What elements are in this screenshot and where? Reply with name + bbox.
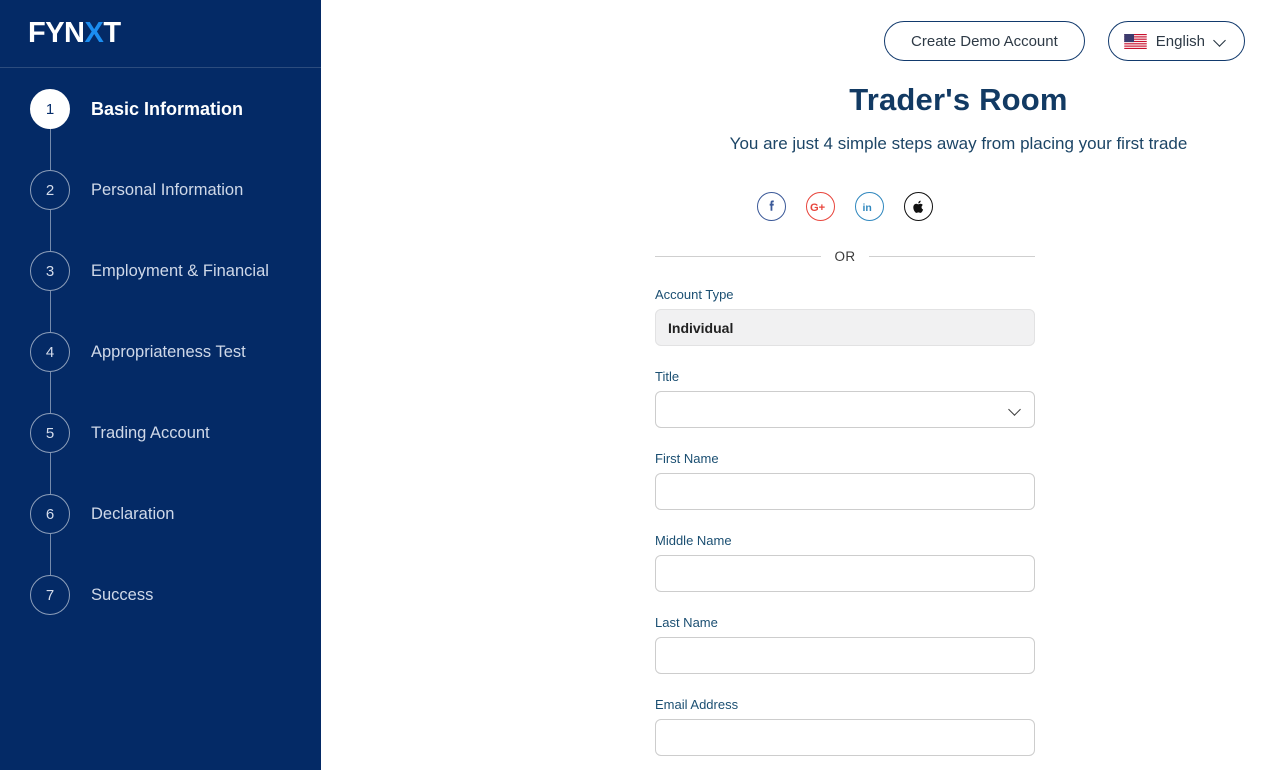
step-connector-line <box>50 210 51 251</box>
step-label: Personal Information <box>91 181 244 199</box>
step-navigation: 1 Basic Information 2 Personal Information 3… <box>0 68 321 656</box>
form-fields: Account Type Title First Name Middle Name La… <box>655 287 1035 770</box>
logo-accent-x: X <box>84 17 104 49</box>
sidebar-step-5[interactable]: 5 Trading Account <box>0 413 321 494</box>
divider-line-right <box>868 256 1035 257</box>
step-label: Declaration <box>91 505 175 523</box>
field-title: Title <box>655 369 1035 428</box>
language-label: English <box>1155 32 1205 50</box>
step-label: Basic Information <box>91 99 244 119</box>
signup-page: FYNXT 1 Basic Information 2 Personal Inform… <box>0 0 1275 770</box>
sidebar-step-1[interactable]: 1 Basic Information <box>0 89 321 170</box>
logo-text: FYNXT <box>28 19 121 48</box>
step-label: Trading Account <box>91 424 210 442</box>
step-connector-line <box>50 372 51 413</box>
google-plus-login-button[interactable]: G+ <box>806 192 835 221</box>
step-number-badge: 2 <box>30 170 70 210</box>
step-number-badge: 5 <box>30 413 70 453</box>
label-middle-name: Middle Name <box>655 533 732 548</box>
page-subtitle: You are just 4 simple steps away from pl… <box>729 134 1188 153</box>
main-content: Create Demo Account English Trader's Roo… <box>321 0 1275 770</box>
step-number-badge: 3 <box>30 251 70 291</box>
sidebar-step-6[interactable]: 6 Declaration <box>0 494 321 575</box>
top-bar: Create Demo Account English <box>884 21 1245 61</box>
field-email-address: Email Address <box>655 697 1035 756</box>
input-last-name[interactable] <box>655 637 1035 674</box>
brand-logo[interactable]: FYNXT <box>0 0 321 68</box>
step-number-badge: 4 <box>30 332 70 372</box>
signup-form-column: G+ in OR Account Type Individual Title F… <box>655 192 1035 770</box>
step-number-badge: 6 <box>30 494 70 534</box>
page-title: Trader's Room <box>849 82 1068 117</box>
sidebar-step-4[interactable]: 4 Appropriateness Test <box>0 332 321 413</box>
field-last-name: Last Name <box>655 615 1035 674</box>
field-account-type: Account Type <box>655 287 1035 346</box>
apple-login-button[interactable] <box>904 192 933 221</box>
divider-label: OR <box>834 249 856 264</box>
label-title: Title <box>655 369 680 384</box>
logo-text-part-1: FYN <box>28 17 85 49</box>
google-plus-icon: G+ <box>810 201 826 213</box>
select-wrapper-title <box>655 391 1035 428</box>
input-email-address[interactable] <box>655 719 1035 756</box>
sidebar-step-2[interactable]: 2 Personal Information <box>0 170 321 251</box>
facebook-icon <box>769 200 774 211</box>
social-login-row: G+ in <box>655 192 1035 221</box>
step-number-badge: 1 <box>30 89 70 129</box>
divider-line-left <box>655 256 822 257</box>
apple-icon <box>912 200 923 213</box>
input-middle-name[interactable] <box>655 555 1035 592</box>
svg-text:G+: G+ <box>810 201 826 213</box>
create-demo-account-button[interactable]: Create Demo Account <box>884 21 1085 61</box>
or-divider: OR <box>655 249 1035 264</box>
sidebar: FYNXT 1 Basic Information 2 Personal Inform… <box>0 0 321 770</box>
step-number-badge: 7 <box>30 575 70 615</box>
field-middle-name: Middle Name <box>655 533 1035 592</box>
step-label: Employment & Financial <box>91 262 269 280</box>
language-selector[interactable]: English <box>1107 21 1245 61</box>
field-first-name: First Name <box>655 451 1035 510</box>
sidebar-step-3[interactable]: 3 Employment & Financial <box>0 251 321 332</box>
step-label: Success <box>91 586 154 604</box>
step-connector-line <box>50 129 51 170</box>
label-email-address: Email Address <box>655 697 739 712</box>
step-connector-line <box>50 534 51 575</box>
linkedin-login-button[interactable]: in <box>855 192 884 221</box>
step-label: Appropriateness Test <box>91 343 246 361</box>
input-first-name[interactable] <box>655 473 1035 510</box>
step-connector-line <box>50 291 51 332</box>
label-last-name: Last Name <box>655 615 718 630</box>
logo-text-part-2: T <box>103 17 121 49</box>
input-account-type <box>655 309 1035 346</box>
chevron-down-icon <box>1214 35 1227 48</box>
label-first-name: First Name <box>655 451 719 466</box>
svg-text:in: in <box>863 202 872 214</box>
content-area: Trader's Room You are just 4 simple step… <box>321 0 1275 770</box>
sidebar-step-7[interactable]: 7 Success <box>0 575 321 656</box>
label-account-type: Account Type <box>655 287 734 302</box>
select-title[interactable] <box>655 391 1035 428</box>
step-connector-line <box>50 453 51 494</box>
facebook-login-button[interactable] <box>757 192 786 221</box>
linkedin-icon: in <box>863 202 872 214</box>
us-flag-icon <box>1124 33 1147 49</box>
